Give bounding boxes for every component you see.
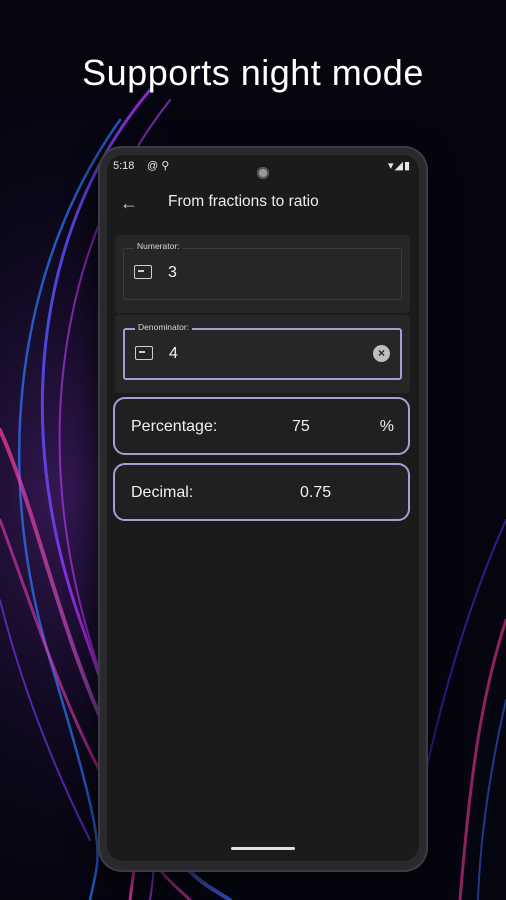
numerator-field[interactable]: Numerator: 3 <box>123 241 402 300</box>
numerator-label: Numerator: <box>134 241 183 251</box>
numerator-value[interactable]: 3 <box>168 264 177 282</box>
percentage-unit: % <box>379 418 394 435</box>
percentage-label: Percentage: <box>131 418 218 435</box>
status-time: 5:18 <box>113 160 135 172</box>
input-icon <box>135 346 153 360</box>
app-screen: 5:18 @ ⚲ ▾◢▮ ← From fractions to ratio N… <box>107 155 419 861</box>
percentage-value: 75 <box>292 418 310 435</box>
antenna-icon: ⚲ <box>161 160 170 172</box>
back-button[interactable]: ← <box>117 191 141 215</box>
at-sign-icon: @ <box>147 160 159 172</box>
decimal-label: Decimal: <box>131 484 194 501</box>
front-camera <box>257 167 269 179</box>
input-icon <box>134 265 152 279</box>
numerator-card: Numerator: 3 <box>115 235 410 313</box>
app-bar: ← From fractions to ratio <box>107 183 419 223</box>
denominator-field[interactable]: Denominator: 4 × <box>123 322 402 380</box>
percentage-result: Percentage: 75 % <box>113 397 410 455</box>
signal-icon: ◢ <box>394 160 404 172</box>
clear-icon[interactable]: × <box>373 345 390 362</box>
denominator-label: Denominator: <box>135 322 193 332</box>
page-title: From fractions to ratio <box>168 193 319 210</box>
decimal-value: 0.75 <box>300 484 332 501</box>
navigation-bar <box>107 839 419 861</box>
decimal-result: Decimal: 0.75 <box>113 463 410 521</box>
denominator-value[interactable]: 4 <box>169 345 178 363</box>
arrow-left-icon: ← <box>120 193 138 213</box>
status-left-icons: @ ⚲ <box>147 159 169 172</box>
denominator-card: Denominator: 4 × <box>115 315 410 393</box>
home-gesture-handle[interactable] <box>231 847 295 850</box>
battery-icon: ▮ <box>403 160 411 172</box>
status-right-icons: ▾◢▮ <box>388 159 411 172</box>
promo-headline: Supports night mode <box>82 52 424 93</box>
